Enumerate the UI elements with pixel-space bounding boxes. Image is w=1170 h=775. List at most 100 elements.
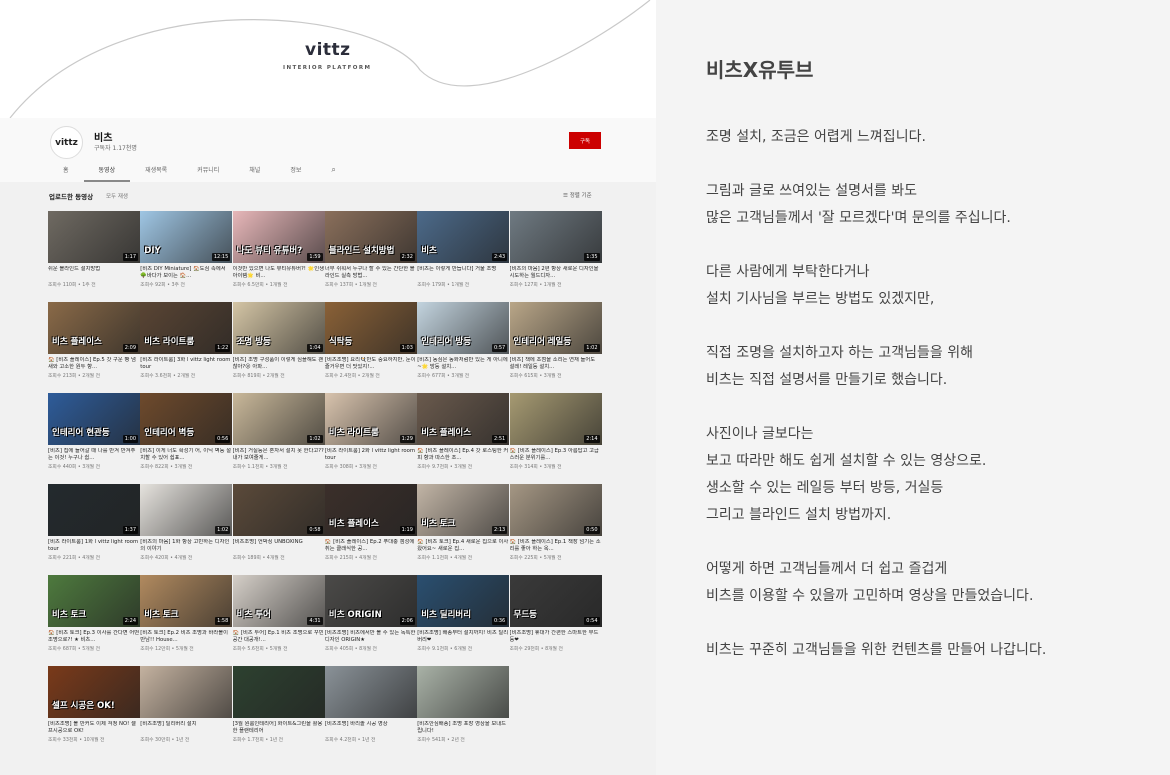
video-thumbnail[interactable]: 인테리어 벽등 0:56	[140, 393, 233, 445]
play-all-link[interactable]: 모두 재생	[106, 192, 128, 200]
video-title[interactable]: [비츠조명] 요리🍳만도 중요하지만, 눈이 즐거우면 더 맛있지!...	[325, 357, 417, 371]
video-thumbnail[interactable]: 1:35	[509, 211, 602, 263]
video-thumbnail[interactable]: 비츠 딜리버리 0:36	[417, 575, 510, 627]
tab-0[interactable]: 홈	[48, 164, 84, 182]
search-icon[interactable]: ⌕	[316, 164, 350, 182]
video-thumbnail[interactable]: 비츠 라이트룸 1:29	[324, 393, 417, 445]
video-card[interactable]: 셀프 시공은 OK! [비츠조명] 볼 만커도 이제 걱정 NO! 셀프시공으로 …	[48, 666, 140, 754]
video-card[interactable]: DIY 12:15 [비츠 DIY Miniature] 🏠도심 속에서 🌳바다가 …	[140, 211, 233, 299]
sort-button[interactable]: ☰ 정렬 기준	[563, 191, 592, 199]
video-title[interactable]: [비츠] 책에 초점을 소리는 연재 들어도 설레! 레일등 설치...	[510, 357, 602, 371]
video-thumbnail[interactable]: 1:02	[232, 393, 325, 445]
video-card[interactable]: 1:02 [비츠의 마음] 1화 항상 고민하는 디자인의 이야기 조회수 420회…	[140, 484, 233, 572]
video-card[interactable]: 인테리어 방등 0:57 [비츠] 동심은 동화처럼만 있는 게 아니에~🌟 방등 …	[417, 302, 510, 390]
video-thumbnail[interactable]: 셀프 시공은 OK!	[48, 666, 140, 718]
video-title[interactable]: [비츠조명] 휴대가 간편한 스마트한 무드등❤	[510, 630, 602, 644]
video-card[interactable]: 1:35 [비츠의 마음] 2편 항상 새로운 디자인을 시도하는 월드디자...…	[509, 211, 602, 299]
video-thumbnail[interactable]: 조명 방등 1:04	[232, 302, 325, 354]
video-card[interactable]: 비츠 투어 4:31 🏠 [비츠 투어] Ep.1 비츠 조명으로 꾸민 공간 대공…	[232, 575, 325, 663]
video-title[interactable]: [비츠] 거실등은 혼자서 설치 못 한다고?? 내가 보여줄게...	[233, 448, 325, 462]
video-title[interactable]: [비츠 라이트룸] 1화 l vittz light room tour	[48, 539, 140, 553]
video-title[interactable]: 🏠 [비츠 플레이스] Ep.4 갓 로스팅한 커피 향과 따스한 조...	[417, 448, 509, 462]
video-thumbnail[interactable]: 비츠 플레이스 2:09	[48, 302, 140, 354]
video-card[interactable]: 인테리어 레일등 1:02 [비츠] 책에 초점을 소리는 연재 들어도 설레! 레…	[509, 302, 602, 390]
video-title[interactable]: [비츠는 이렇게 만듭니다] 거울 조명	[417, 266, 509, 273]
video-card[interactable]: 비츠 라이트룸 1:29 [비츠 라이트룸] 2화 l vittz light ro…	[324, 393, 417, 481]
video-card[interactable]: [비츠안심배송] 조명 포장 영상을 보내드립니다! 조회수 541회 • 2년 …	[417, 666, 510, 754]
tab-3[interactable]: 커뮤니티	[182, 164, 234, 182]
video-thumbnail[interactable]: 식탁등 1:03	[324, 302, 417, 354]
video-card[interactable]: 무드등 0:54 [비츠조명] 휴대가 간편한 스마트한 무드등❤ 조회수 29천회 …	[509, 575, 602, 663]
video-thumbnail[interactable]: 비츠 라이트룸 1:22	[140, 302, 233, 354]
channel-name[interactable]: 비츠	[94, 129, 112, 144]
video-title[interactable]: [3월 원룸인테리어] 화이트&그린을 활용한 플랜테리어	[233, 721, 325, 735]
video-card[interactable]: 0:58 [비츠조명] 언박싱 UNBOXING 조회수 189회 • 4개월 전	[232, 484, 325, 572]
video-title[interactable]: [비츠 DIY Miniature] 🏠도심 속에서 🌳바다가 보이는 🏠...	[140, 266, 232, 280]
video-thumbnail[interactable]: 비츠 토크 2:24	[48, 575, 140, 627]
video-title[interactable]: [비츠의 마음] 2편 항상 새로운 디자인을 시도하는 월드디자...	[510, 266, 602, 280]
video-card[interactable]: 비츠 플레이스 1:19 🏠 [비츠 플레이스] Ep.2 푸대충 갬성에 취는 클…	[324, 484, 417, 572]
video-card[interactable]: 비츠 플레이스 2:09 🏠 [비츠 플레이스] Ep.5 갓 구운 빵 냄새와 고…	[48, 302, 140, 390]
video-thumbnail[interactable]	[417, 666, 510, 718]
video-title[interactable]: 이것만 있으면 나도 뷰티유튜버?! 🌟인생 아이템🌟 비...	[233, 266, 325, 280]
video-title[interactable]: [비츠의 마음] 1화 항상 고민하는 디자인의 이야기	[140, 539, 232, 553]
video-title[interactable]: 🏠 [비츠 투어] Ep.1 비츠 조명으로 꾸민 공간 대공개!...	[233, 630, 325, 644]
tab-5[interactable]: 정보	[275, 164, 316, 182]
video-card[interactable]: [3월 원룸인테리어] 화이트&그린을 활용한 플랜테리어 조회수 1.7천회 •…	[232, 666, 325, 754]
video-card[interactable]: 비츠 딜리버리 0:36 [비츠조명] 배송부터 설치까지! 비츠 딜리버리❤ 조회수…	[417, 575, 510, 663]
video-card[interactable]: 블라인드 설치방법 2:32 너무 쉬워서 누구나 할 수 있는 간단한 블라인드 …	[324, 211, 417, 299]
video-thumbnail[interactable]: 인테리어 레일등 1:02	[509, 302, 602, 354]
video-thumbnail[interactable]: 2:14	[509, 393, 602, 445]
avatar[interactable]: vittz	[50, 126, 83, 159]
video-thumbnail[interactable]: 비츠 ORIGIN 2:06	[324, 575, 417, 627]
video-thumbnail[interactable]: 비츠 토크 2:13	[417, 484, 510, 536]
video-card[interactable]: 비츠 라이트룸 1:22 [비츠 라이트룸] 3화 l vittz light ro…	[140, 302, 233, 390]
video-title[interactable]: 🏠 [비츠 플레이스] Ep.2 푸대충 갬성에 취는 클래식한 공...	[325, 539, 417, 553]
video-card[interactable]: 인테리어 벽등 0:56 [비츠] 이게 너도 확성기 어, 이닉 벽등 설치할 수…	[140, 393, 233, 481]
video-title[interactable]: [비츠조명] 비츠에서만 볼 수 있는 독특한 디자인 ORIGIN★	[325, 630, 417, 644]
video-thumbnail[interactable]: 비츠 투어 4:31	[232, 575, 325, 627]
tab-1[interactable]: 동영상	[83, 164, 131, 182]
video-card[interactable]: 1:17 쉬운 블라인드 설치방법 조회수 110회 • 1주 전	[48, 211, 140, 299]
video-card[interactable]: 인테리어 현관등 1:00 [비츠] 집에 들어갈 때 나를 반겨 반겨주는 이것!…	[48, 393, 140, 481]
video-title[interactable]: [비츠] 조명 구성품이 이렇게 심플해도 괜찮아?😮 아파...	[233, 357, 325, 371]
video-thumbnail[interactable]: 0:50	[509, 484, 602, 536]
video-title[interactable]: [비츠 라이트룸] 3화 l vittz light room tour	[140, 357, 232, 371]
video-title[interactable]: [비츠조명] 바리솔 시공 영상	[325, 721, 417, 728]
video-thumbnail[interactable]	[324, 666, 417, 718]
video-card[interactable]: 조명 방등 1:04 [비츠] 조명 구성품이 이렇게 심플해도 괜찮아?😮 아파.…	[232, 302, 325, 390]
video-thumbnail[interactable]: 1:02	[140, 484, 233, 536]
video-thumbnail[interactable]: 인테리어 방등 0:57	[417, 302, 510, 354]
video-thumbnail[interactable]: 인테리어 현관등 1:00	[48, 393, 140, 445]
video-card[interactable]: 식탁등 1:03 [비츠조명] 요리🍳만도 중요하지만, 눈이 즐거우면 더 맛있지…	[324, 302, 417, 390]
video-title[interactable]: [비츠안심배송] 조명 포장 영상을 보내드립니다!	[417, 721, 509, 735]
video-card[interactable]: 1:37 [비츠 라이트룸] 1화 l vittz light room tour…	[48, 484, 140, 572]
video-card[interactable]: 비츠 ORIGIN 2:06 [비츠조명] 비츠에서만 볼 수 있는 독특한 디자인…	[324, 575, 417, 663]
video-thumbnail[interactable]: DIY 12:15	[140, 211, 233, 263]
video-card[interactable]: 나도 뷰티 유튜버? 1:59 이것만 있으면 나도 뷰티유튜버?! 🌟인생 아이템…	[232, 211, 325, 299]
video-card[interactable]: 비츠 토크 2:24 🏠 [비츠 토크] Ep.3 이사를 간다면 어떤 조명으로?…	[48, 575, 140, 663]
video-title[interactable]: [비츠] 이게 너도 확성기 어, 이닉 벽등 설치할 수 있어 쉽표...	[140, 448, 232, 462]
video-thumbnail[interactable]: 비츠 플레이스 1:19	[324, 484, 417, 536]
video-title[interactable]: 너무 쉬워서 누구나 할 수 있는 간단한 블라인드 실측 방법...	[325, 266, 417, 280]
video-card[interactable]: 2:14 🏠 [비츠 플레이스] Ep.3 아름답고 고급스러운 분위기를... 조…	[509, 393, 602, 481]
video-title[interactable]: [비츠조명] 언박싱 UNBOXING	[233, 539, 325, 546]
video-card[interactable]: [비츠조명] 딜리버리 설치 조회수 30만회 • 1년 전	[140, 666, 233, 754]
video-title[interactable]: 🏠 [비츠 토크] Ep.3 이사를 간다면 어떤 조명으로?! ★ 비츠...	[48, 630, 140, 644]
video-title[interactable]: [비츠조명] 딜리버리 설치	[140, 721, 232, 728]
video-thumbnail[interactable]: 무드등 0:54	[509, 575, 602, 627]
subscribe-button[interactable]: 구독	[569, 132, 601, 149]
video-title[interactable]: 🏠 [비츠 플레이스] Ep.3 아름답고 고급스러운 분위기를...	[510, 448, 602, 462]
video-thumbnail[interactable]: 0:58	[232, 484, 325, 536]
video-card[interactable]: 비츠 토크 1:58 [비츠 토크] Ep.2 비츠 조명과 바라볼이 만남!! H…	[140, 575, 233, 663]
video-title[interactable]: 쉬운 블라인드 설치방법	[48, 266, 140, 273]
video-thumbnail[interactable]: 비츠 2:43	[417, 211, 510, 263]
video-thumbnail[interactable]: 비츠 토크 1:58	[140, 575, 233, 627]
video-thumbnail[interactable]	[140, 666, 233, 718]
video-title[interactable]: [비츠 토크] Ep.2 비츠 조명과 바라볼이 만남!! House...	[140, 630, 232, 644]
video-thumbnail[interactable]: 비츠 플레이스 2:51	[417, 393, 510, 445]
video-card[interactable]: [비츠조명] 바리솔 시공 영상 조회수 4.2천회 • 1년 전	[324, 666, 417, 754]
tab-4[interactable]: 채널	[234, 164, 275, 182]
video-thumbnail[interactable]: 나도 뷰티 유튜버? 1:59	[232, 211, 325, 263]
video-thumbnail[interactable]: 1:17	[48, 211, 140, 263]
